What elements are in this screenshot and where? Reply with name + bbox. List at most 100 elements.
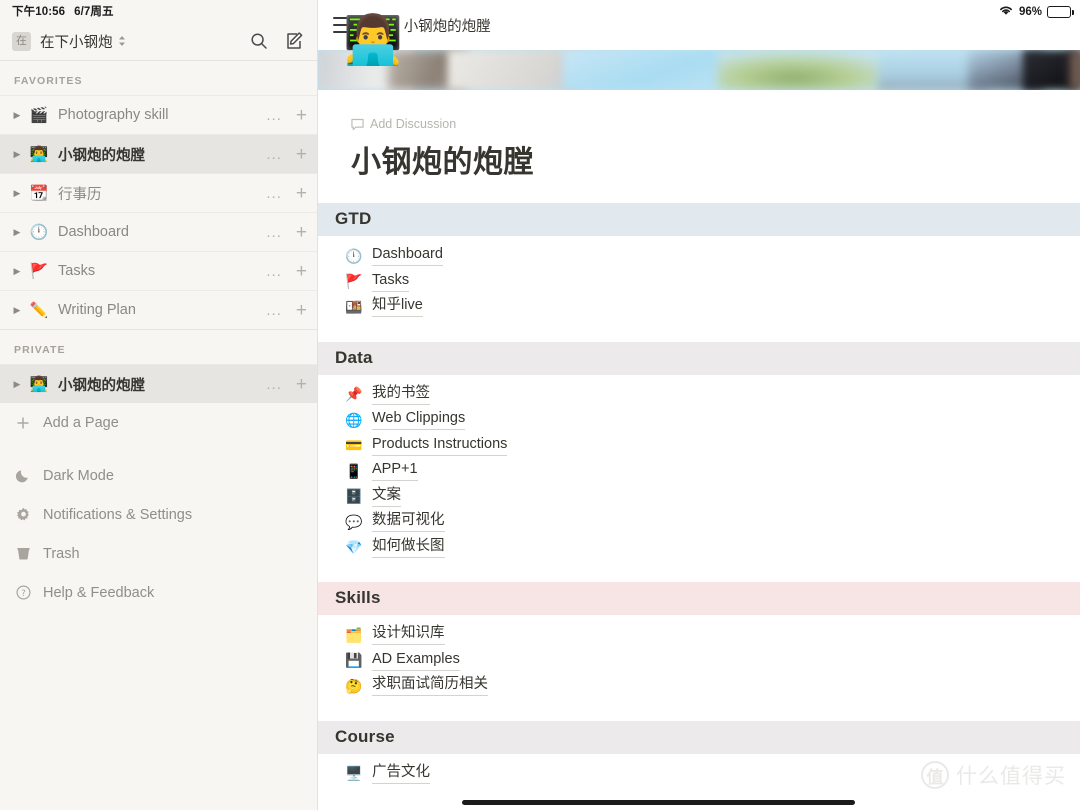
add-subpage-icon[interactable]: + — [296, 262, 307, 281]
page-link-label: Web Clippings — [372, 409, 465, 430]
page-link-products-instructions[interactable]: 💳 Products Instructions — [318, 433, 1080, 459]
page-link-label: Products Instructions — [372, 435, 507, 456]
sidebar-item-dark-mode[interactable]: Dark Mode — [0, 456, 317, 495]
page-link-ad-examples[interactable]: 💾 AD Examples — [318, 648, 1080, 674]
more-options-icon[interactable]: ... — [266, 377, 282, 392]
sidebar-item-label: Photography skill — [58, 107, 168, 123]
sidebar-item-label: Tasks — [58, 263, 95, 279]
more-options-icon[interactable]: ... — [266, 303, 282, 318]
horizontal-scrollbar[interactable] — [318, 800, 1080, 806]
chevron-right-icon[interactable]: ▶ — [10, 110, 24, 121]
sidebar-item-writing-plan[interactable]: ▶ ✏️ Writing Plan ... + — [0, 290, 317, 329]
search-icon[interactable] — [249, 31, 269, 51]
page-link-label: 我的书签 — [372, 384, 430, 405]
sidebar-item-tasks[interactable]: ▶ 🚩 Tasks ... + — [0, 251, 317, 290]
sidebar-item-label: Writing Plan — [58, 302, 136, 318]
clock-icon: 🕛 — [29, 225, 49, 240]
chevron-right-icon[interactable]: ▶ — [10, 379, 24, 390]
page-link-how-to-make-long-image[interactable]: 💎 如何做长图 — [318, 535, 1080, 561]
main-topbar: 👨‍💻 小钢炮的炮膛 — [318, 0, 1080, 50]
add-subpage-icon[interactable]: + — [296, 106, 307, 125]
triangular-flag-icon: 🚩 — [345, 274, 363, 288]
battery-icon — [1047, 6, 1071, 18]
chevron-right-icon[interactable]: ▶ — [10, 305, 24, 316]
page-link-tasks[interactable]: 🚩 Tasks — [318, 269, 1080, 295]
chevron-right-icon[interactable]: ▶ — [10, 188, 24, 199]
sidebar-item-dashboard[interactable]: ▶ 🕛 Dashboard ... + — [0, 212, 317, 251]
sidebar-row-actions: ... + — [266, 106, 307, 125]
page-link-copywriting[interactable]: 🗄️ 文案 — [318, 484, 1080, 510]
add-subpage-icon[interactable]: + — [296, 375, 307, 394]
page-link-advertising-culture[interactable]: 🖥️ 广告文化 — [318, 761, 1080, 787]
sidebar-item-label: Help & Feedback — [43, 585, 154, 601]
sidebar-item-help-feedback[interactable]: ? Help & Feedback — [0, 573, 317, 612]
add-subpage-icon[interactable]: + — [296, 145, 307, 164]
pencil-icon: ✏️ — [29, 303, 49, 318]
speech-bubble-icon — [351, 118, 364, 131]
compose-icon[interactable] — [285, 31, 305, 51]
page-link-design-knowledge-base[interactable]: 🗂️ 设计知识库 — [318, 622, 1080, 648]
triangular-flag-icon: 🚩 — [29, 264, 49, 279]
sidebar-row-actions: ... + — [266, 262, 307, 281]
page-link-label: 文案 — [372, 486, 401, 507]
page-link-zhihu-live[interactable]: 🍱 知乎live — [318, 294, 1080, 320]
section-list-data: 📌 我的书签 🌐 Web Clippings 💳 Products Instru… — [318, 375, 1080, 561]
add-subpage-icon[interactable]: + — [296, 184, 307, 203]
calendar-icon: 📆 — [29, 186, 49, 201]
section-list-skills: 🗂️ 设计知识库 💾 AD Examples 🤔 求职面试简历相关 — [318, 615, 1080, 699]
section-heading-course: Course — [318, 721, 1080, 754]
page-title[interactable]: 小钢炮的炮膛 — [351, 137, 1080, 181]
sidebar-item-notifications-settings[interactable]: Notifications & Settings — [0, 495, 317, 534]
gear-icon — [14, 507, 32, 522]
sidebar-row-actions: ... + — [266, 184, 307, 203]
app-root: 下午10:56 6/7周五 在 在下小钢炮 — [0, 0, 1080, 810]
trash-icon — [14, 546, 32, 561]
more-options-icon[interactable]: ... — [266, 225, 282, 240]
page-link-label: 如何做长图 — [372, 537, 445, 558]
scrollbar-thumb[interactable] — [462, 800, 855, 805]
sidebar-item-label: 小钢炮的炮膛 — [58, 374, 145, 395]
page-link-label: Tasks — [372, 271, 409, 292]
add-subpage-icon[interactable]: + — [296, 223, 307, 242]
chevron-right-icon[interactable]: ▶ — [10, 227, 24, 238]
workspace-name[interactable]: 在下小钢炮 — [40, 31, 113, 52]
chevron-right-icon[interactable]: ▶ — [10, 266, 24, 277]
page-link-data-visualization[interactable]: 💬 数据可视化 — [318, 509, 1080, 535]
sidebar-item-label: 行事历 — [58, 183, 102, 204]
sidebar-item-trash[interactable]: Trash — [0, 534, 317, 573]
add-discussion-label: Add Discussion — [370, 117, 456, 131]
page-link-web-clippings[interactable]: 🌐 Web Clippings — [318, 407, 1080, 433]
add-subpage-icon[interactable]: + — [296, 301, 307, 320]
sidebar-item-xiaogangpao[interactable]: ▶ 👨‍💻 小钢炮的炮膛 ... + — [0, 134, 317, 173]
sidebar-item-calendar[interactable]: ▶ 📆 行事历 ... + — [0, 173, 317, 212]
gem-icon: 💎 — [345, 540, 363, 554]
page-link-my-bookmarks[interactable]: 📌 我的书签 — [318, 382, 1080, 408]
sidebar-item-photography-skill[interactable]: ▶ 🎬 Photography skill ... + — [0, 95, 317, 134]
chevron-updown-icon[interactable] — [118, 35, 126, 47]
page-emoji-icon[interactable]: 👨‍💻 — [343, 17, 403, 65]
bento-box-icon: 🍱 — [345, 300, 363, 314]
main-content: 96% 👨‍💻 小钢炮的炮膛 👨‍💻 Add Discussion 小钢炮的炮膛 — [318, 0, 1080, 810]
page-link-label: 求职面试简历相关 — [372, 675, 488, 696]
add-discussion-button[interactable]: Add Discussion — [351, 117, 1080, 131]
page-link-label: 知乎live — [372, 296, 423, 317]
chevron-right-icon[interactable]: ▶ — [10, 149, 24, 160]
more-options-icon[interactable]: ... — [266, 186, 282, 201]
sidebar-add-a-page[interactable]: Add a Page — [0, 403, 317, 442]
page-link-job-interview-resume[interactable]: 🤔 求职面试简历相关 — [318, 673, 1080, 699]
more-options-icon[interactable]: ... — [266, 147, 282, 162]
sidebar-header: 在 在下小钢炮 — [0, 22, 317, 60]
more-options-icon[interactable]: ... — [266, 108, 282, 123]
sidebar-row-actions: ... + — [266, 301, 307, 320]
page-link-app-plus-1[interactable]: 📱 APP+1 — [318, 458, 1080, 484]
breadcrumb[interactable]: 小钢炮的炮膛 — [404, 15, 491, 36]
page-link-dashboard[interactable]: 🕛 Dashboard — [318, 243, 1080, 269]
sidebar-row-actions: ... + — [266, 375, 307, 394]
sidebar-item-label: Notifications & Settings — [43, 507, 192, 523]
wifi-icon — [998, 3, 1014, 21]
sidebar-item-private-xiaogangpao[interactable]: ▶ 👨‍💻 小钢炮的炮膛 ... + — [0, 364, 317, 403]
cover-image[interactable] — [318, 50, 1080, 90]
section-heading-skills: Skills — [318, 582, 1080, 615]
pushpin-icon: 📌 — [345, 387, 363, 401]
more-options-icon[interactable]: ... — [266, 264, 282, 279]
